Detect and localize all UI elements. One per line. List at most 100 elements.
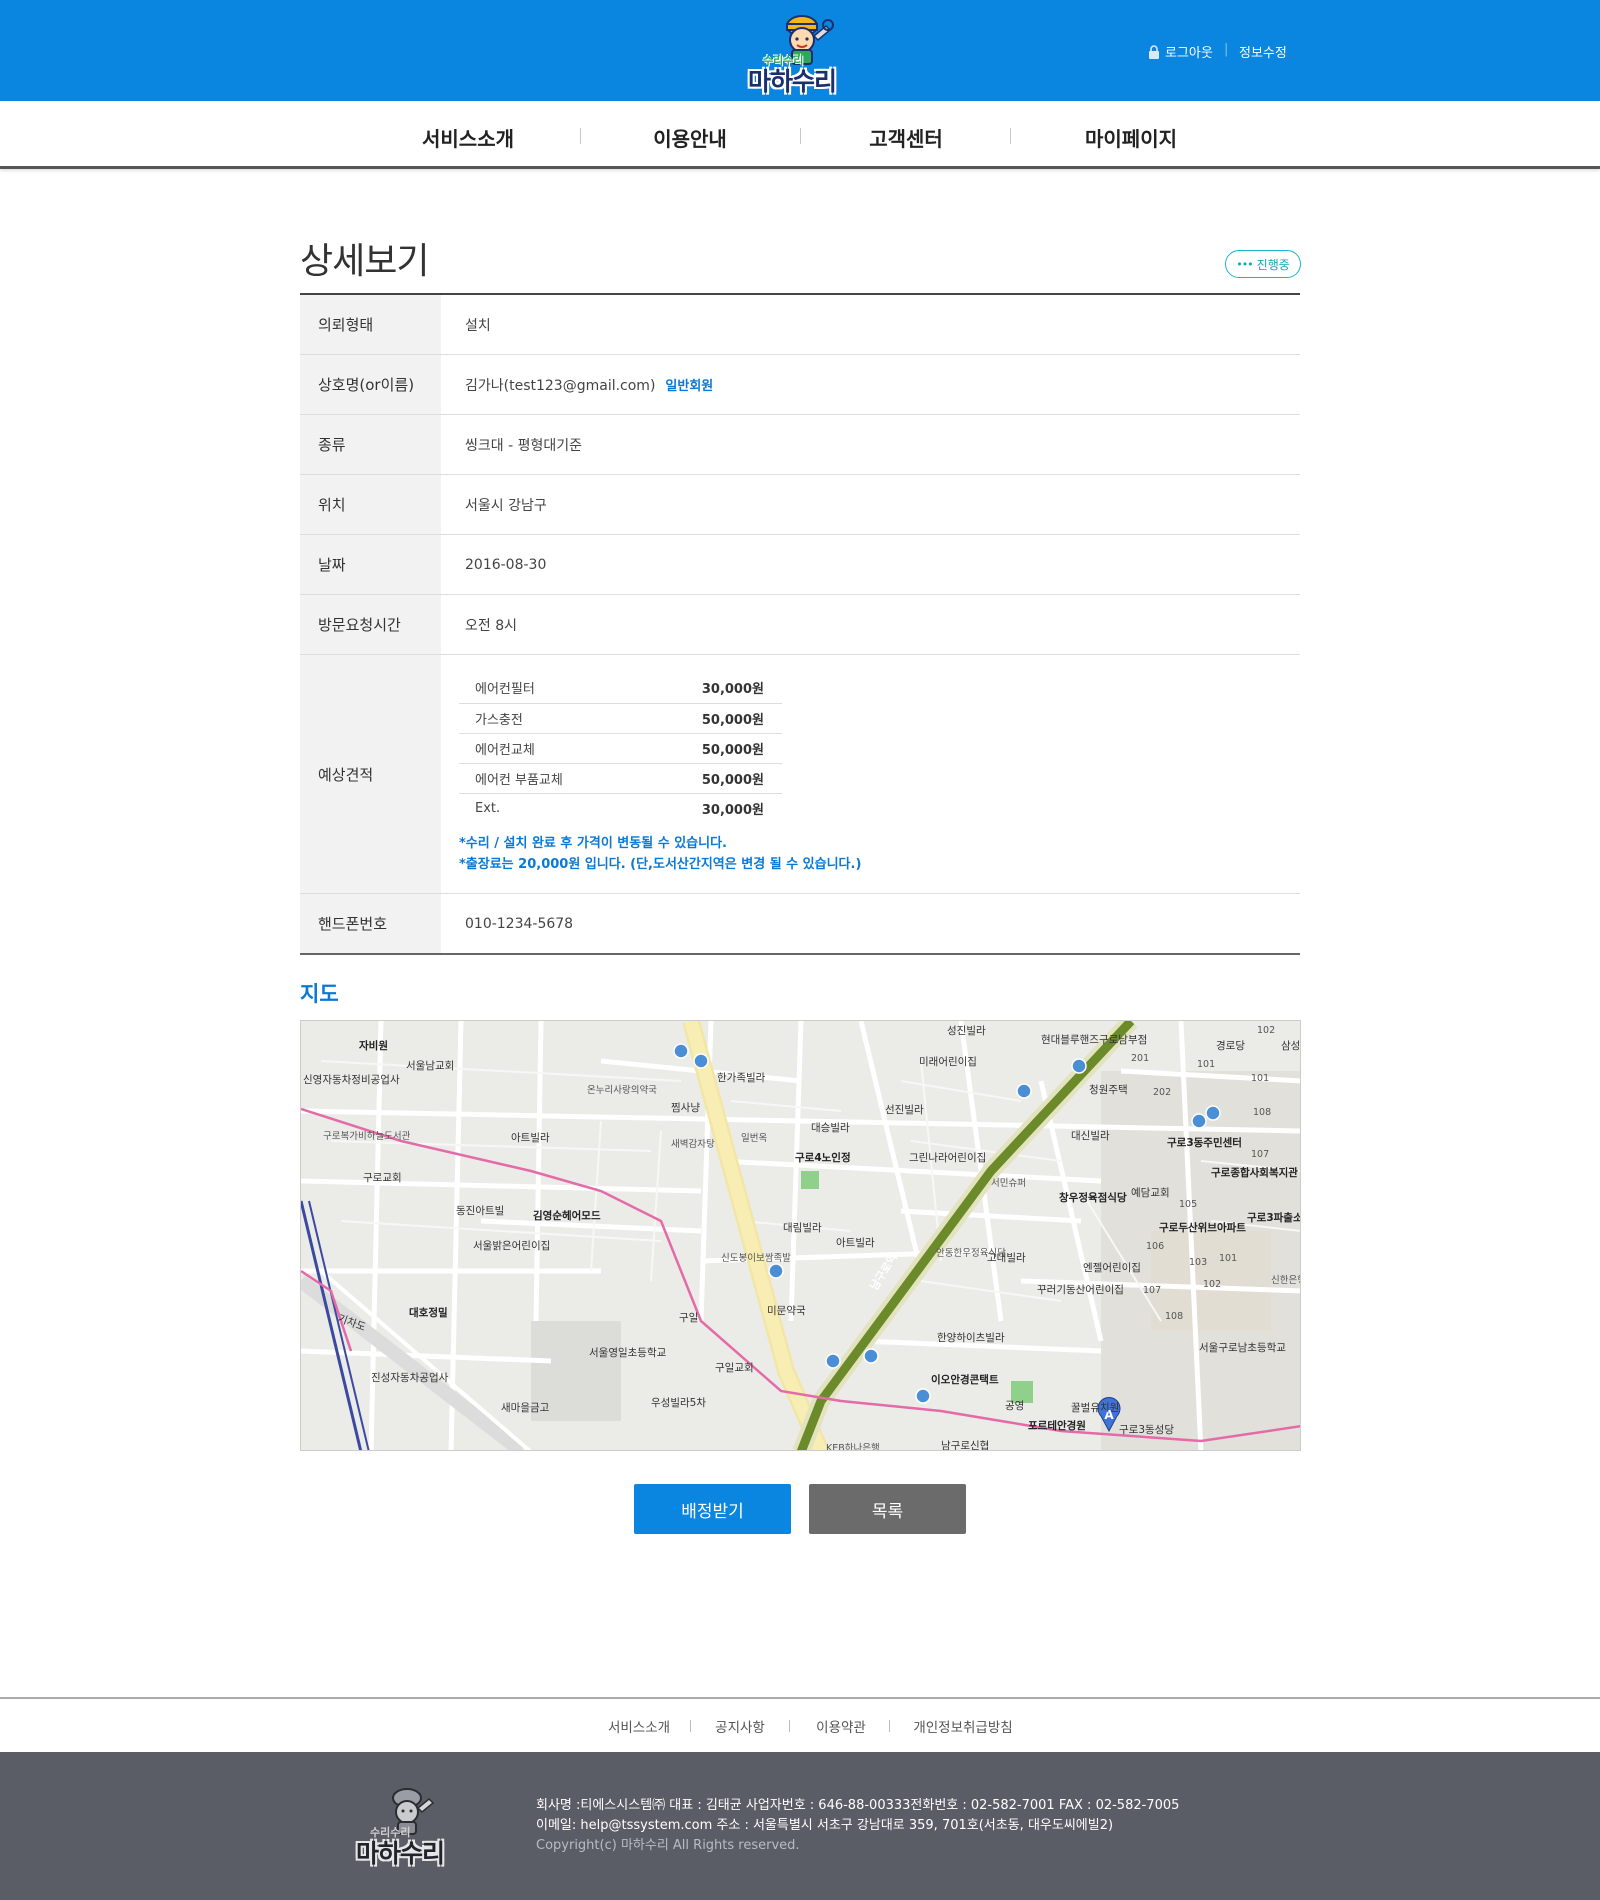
map-building-number: 106 — [1146, 1241, 1164, 1252]
map-building-number: 101 — [1219, 1253, 1237, 1264]
map-building-number: 102 — [1257, 1025, 1275, 1036]
map-place-label: 현대블루핸즈구로남부점 — [1041, 1034, 1147, 1046]
estimate-item-name: 에어컨필터 — [459, 673, 642, 704]
company-info-line: 회사명 :티에스시스템㈜ 대표 : 김태균 사업자번호 : 646-88-003… — [536, 1798, 1180, 1813]
map-section-title: 지도 — [300, 982, 339, 1006]
map-place-label: 대호정밀 — [409, 1306, 448, 1319]
row-value: 씽크대 - 평형대기준 — [465, 437, 582, 454]
table-row: 위치 서울시 강남구 — [300, 475, 1300, 535]
nav-separator — [1010, 128, 1011, 144]
map-place-label: 온누리사랑의약국 — [587, 1084, 657, 1096]
nav-item-guide[interactable]: 이용안내 — [653, 123, 727, 152]
util-separator: | — [1224, 42, 1229, 57]
footer-separator — [690, 1720, 691, 1732]
nav-item-service-intro[interactable]: 서비스소개 — [422, 123, 514, 152]
estimate-item-price: 30,000원 — [641, 673, 782, 704]
status-badge: ••• 진행중 — [1225, 250, 1301, 278]
nav-item-customer-center[interactable]: 고객센터 — [869, 123, 943, 152]
map-place-label: 대승빌라 — [811, 1122, 850, 1134]
map-place-label: 꾸러기동산어린이집 — [1037, 1284, 1124, 1296]
map-building-number: 201 — [1131, 1053, 1149, 1064]
estimate-row: 에어컨필터 30,000원 — [459, 673, 782, 704]
nav-separator — [800, 128, 801, 144]
map-place-label: 구로종합사회복지관 — [1211, 1166, 1298, 1179]
row-value: 설치 — [465, 317, 491, 334]
map-place-label: 경로당 — [1216, 1039, 1245, 1052]
map-place-label: 서울구로남초등학교 — [1199, 1342, 1286, 1354]
map-place-label: 김영순헤어모드 — [533, 1209, 601, 1222]
row-label: 핸드폰번호 — [300, 894, 441, 953]
map-place-label: 대신빌라 — [1071, 1130, 1110, 1142]
map-place-label: 꿀벌유치원 — [1071, 1402, 1119, 1414]
footer-separator — [789, 1720, 790, 1732]
map-place-label: 남구로신협 — [941, 1439, 989, 1451]
map-place-label: 선진빌라 — [885, 1104, 924, 1116]
company-info: 회사명 :티에스시스템㈜ 대표 : 김태균 사업자번호 : 646-88-003… — [536, 1796, 1179, 1856]
table-row: 의뢰형태 설치 — [300, 295, 1300, 355]
table-row: 날짜 2016-08-30 — [300, 535, 1300, 595]
site-logo[interactable]: 수리수리 마하수리 — [742, 6, 862, 96]
company-contact-line: 이메일: help@tssystem.com 주소 : 서울특별시 서초구 강남… — [536, 1818, 1114, 1833]
map-place-label: 아트빌라 — [511, 1132, 550, 1144]
map-place-label: 고대빌라 — [987, 1252, 1026, 1264]
main-nav: 서비스소개 이용안내 고객센터 마이페이지 — [0, 101, 1600, 169]
estimate-cell: 에어컨필터 30,000원 가스충전 50,000원 에어컨교체 50,000원… — [441, 655, 1300, 893]
map-building-number: 105 — [1179, 1199, 1197, 1210]
map-place-label: 대림빌라 — [783, 1222, 822, 1234]
footer-separator — [889, 1720, 890, 1732]
assign-button[interactable]: 배정받기 — [634, 1484, 791, 1534]
estimate-table: 에어컨필터 30,000원 가스충전 50,000원 에어컨교체 50,000원… — [459, 673, 782, 823]
nav-separator — [580, 128, 581, 144]
map-place-label: 구로두산위브아파트 — [1159, 1221, 1246, 1234]
estimate-notes: *수리 / 설치 완료 후 가격이 변동될 수 있습니다. *출장료는 20,0… — [459, 833, 1300, 875]
map-building-number: 103 — [1189, 1257, 1207, 1268]
footer-logo: 수리수리 마하수리 — [352, 1778, 462, 1868]
map-place-label: 동진아트빌 — [456, 1205, 504, 1217]
footer-link-notice[interactable]: 공지사항 — [715, 1716, 765, 1736]
map-place-label: 서울밝은어린이집 — [473, 1240, 550, 1252]
row-label: 상호명(or이름) — [300, 355, 441, 414]
map-place-label: 성진빌라 — [947, 1025, 986, 1037]
row-label: 날짜 — [300, 535, 441, 594]
row-label: 예상견적 — [300, 655, 441, 893]
map-place-label: 한양하이츠빌라 — [937, 1331, 1005, 1344]
map-place-label: 구로복가비하늘도서관 — [323, 1130, 411, 1142]
estimate-item-name: 에어컨 부품교체 — [459, 763, 642, 794]
map-place-label: 자비원 — [359, 1039, 388, 1052]
row-label: 위치 — [300, 475, 441, 534]
footer-link-service-intro[interactable]: 서비스소개 — [608, 1716, 670, 1736]
map-place-label: 구로교회 — [363, 1172, 402, 1184]
row-value: 2016-08-30 — [465, 556, 547, 573]
map-place-label: 구로3파출소 — [1247, 1211, 1301, 1224]
row-label: 종류 — [300, 415, 441, 474]
map-place-label: 구로3동성당 — [1119, 1424, 1174, 1436]
table-row: 상호명(or이름) 김가나(test123@gmail.com) 일반회원 — [300, 355, 1300, 415]
footer-logo-text: 마하수리 — [356, 1839, 445, 1868]
table-row: 핸드폰번호 010-1234-5678 — [300, 894, 1300, 953]
map-place-label: 찜사냥 — [671, 1102, 700, 1114]
map-view[interactable]: 남구로역 A 자비원 서울남교회 신영자동차정비공업사 구로복가비하늘도서관 구… — [300, 1020, 1301, 1451]
dots-icon: ••• — [1236, 257, 1253, 271]
edit-profile-link[interactable]: 정보수정 — [1239, 42, 1287, 61]
row-value: 김가나(test123@gmail.com) 일반회원 — [441, 355, 1300, 414]
map-building-number: 101 — [1251, 1073, 1269, 1084]
map-place-label: 삼성 — [1281, 1040, 1300, 1052]
map-place-label: 미래어린이집 — [919, 1056, 977, 1068]
estimate-row: Ext. 30,000원 — [459, 793, 782, 823]
map-place-label: 미문약국 — [767, 1305, 806, 1317]
site-footer: 수리수리 마하수리 회사명 :티에스시스템㈜ 대표 : 김태균 사업자번호 : … — [0, 1752, 1600, 1900]
map-canvas[interactable]: 남구로역 A 자비원 서울남교회 신영자동차정비공업사 구로복가비하늘도서관 구… — [301, 1021, 1301, 1451]
estimate-item-name: 가스충전 — [459, 703, 642, 734]
footer-link-terms[interactable]: 이용약관 — [816, 1716, 866, 1736]
logout-link[interactable]: 로그아웃 — [1148, 42, 1213, 61]
estimate-item-price: 30,000원 — [701, 802, 764, 818]
footer-link-privacy[interactable]: 개인정보취급방침 — [913, 1716, 1012, 1736]
list-button[interactable]: 목록 — [809, 1484, 966, 1534]
map-place-label: 아트빌라 — [836, 1237, 875, 1249]
copyright: Copyright(c) 마하수리 All Rights reserved. — [536, 1838, 800, 1853]
estimate-row: 에어컨교체 50,000원 — [459, 733, 782, 764]
logout-label: 로그아웃 — [1165, 46, 1213, 61]
nav-item-mypage[interactable]: 마이페이지 — [1085, 123, 1177, 152]
row-value: 서울시 강남구 — [465, 497, 547, 514]
estimate-note: *수리 / 설치 완료 후 가격이 변동될 수 있습니다. — [459, 836, 727, 851]
